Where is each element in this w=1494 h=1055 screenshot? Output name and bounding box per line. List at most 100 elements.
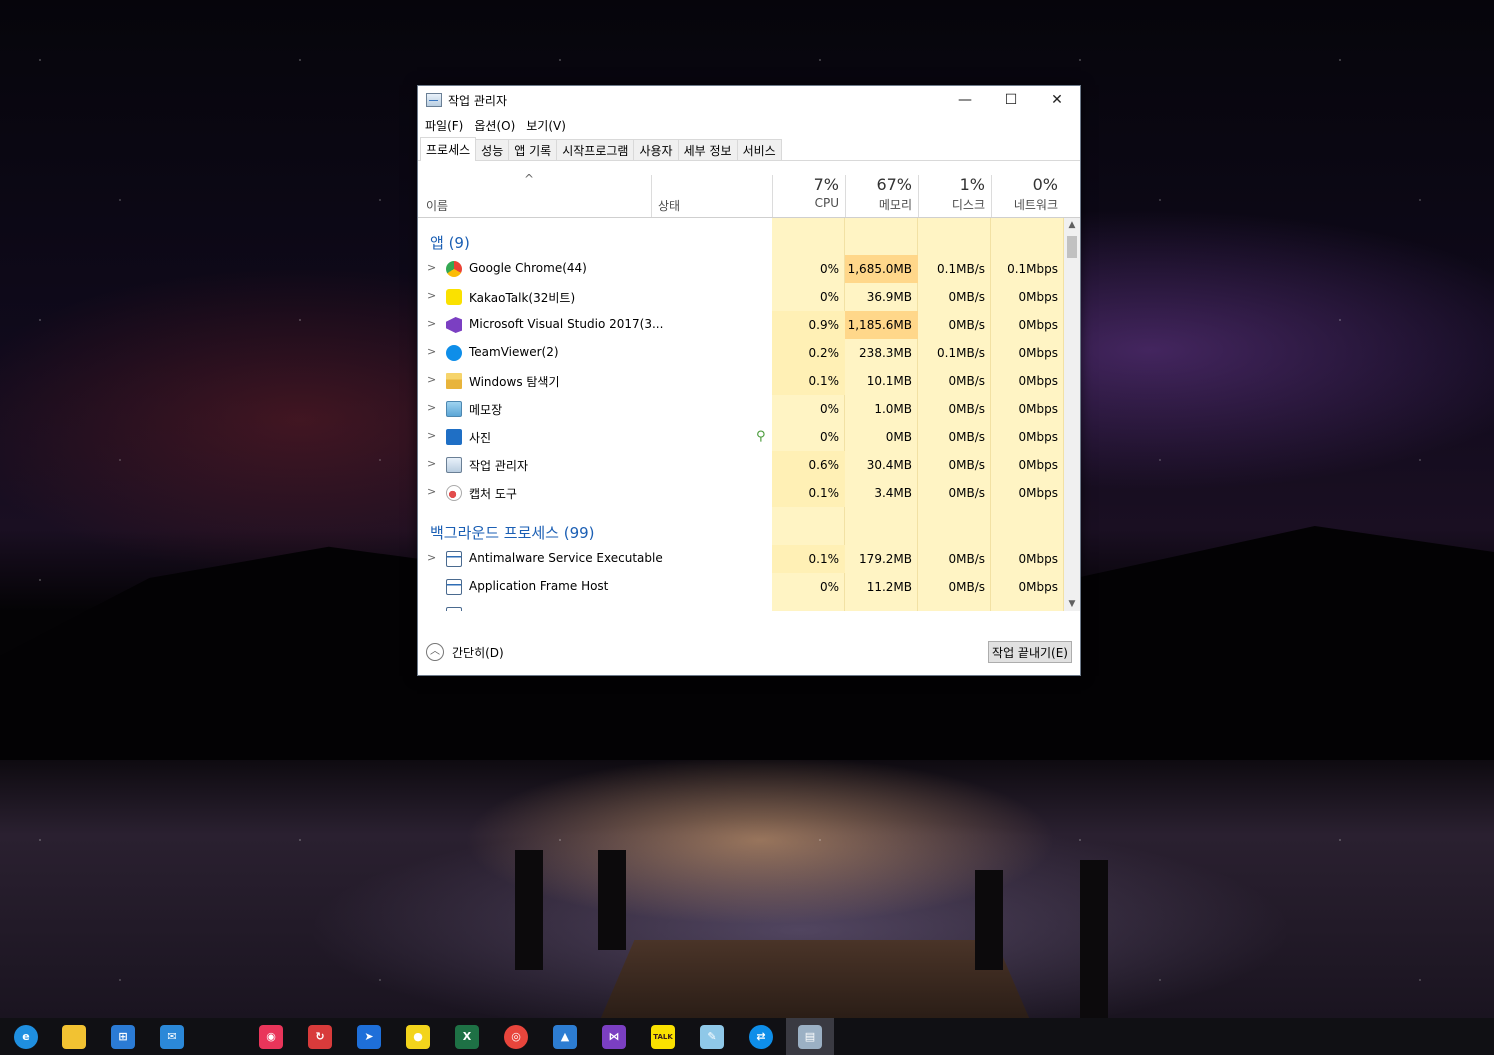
network-value: 0Mbps bbox=[1018, 430, 1058, 444]
fewer-details-link[interactable]: 간단히(D) bbox=[452, 644, 504, 661]
expand-chevron-icon[interactable]: > bbox=[427, 373, 436, 386]
process-row[interactable]: > KakaoTalk(32비트) 0% 36.9MB 0MB/s 0Mbps bbox=[418, 283, 1064, 311]
taskbar-button[interactable]: ✉ bbox=[148, 1018, 196, 1055]
scroll-up-icon[interactable]: ▲ bbox=[1064, 220, 1080, 230]
vertical-scroll-thumb[interactable] bbox=[1067, 236, 1077, 258]
service-icon bbox=[446, 551, 462, 567]
process-row[interactable]: > 사진 ⚲ 0% 0MB 0MB/s 0Mbps bbox=[418, 423, 1064, 451]
column-separator[interactable] bbox=[651, 175, 652, 217]
network-value: 0Mbps bbox=[1018, 458, 1058, 472]
memory-value: 179.2MB bbox=[859, 552, 912, 566]
vertical-scrollbar[interactable]: ▲ ▼ bbox=[1064, 218, 1080, 611]
expand-chevron-icon[interactable]: > bbox=[427, 485, 436, 498]
taskbar-button[interactable]: ↻ bbox=[296, 1018, 344, 1055]
expand-chevron-icon[interactable]: > bbox=[427, 401, 436, 414]
cpu-value: 0% bbox=[819, 402, 839, 416]
tab-details[interactable]: 세부 정보 bbox=[677, 139, 738, 160]
process-row[interactable]: > 캡처 도구 0.1% 3.4MB 0MB/s 0Mbps bbox=[418, 479, 1064, 507]
cpu-label: CPU bbox=[814, 196, 839, 210]
process-list: 앱 (9) 백그라운드 프로세스 (99) > Google Chrome(44)… bbox=[418, 218, 1064, 611]
taskbar-button[interactable]: ● bbox=[394, 1018, 442, 1055]
taskbar-button[interactable]: ➤ bbox=[345, 1018, 393, 1055]
process-row[interactable]: > Antimalware Service Executable 0.1% 179.2… bbox=[418, 545, 1064, 573]
process-name: Google Chrome(44) bbox=[469, 261, 587, 275]
taskbar-button[interactable]: ▲ bbox=[541, 1018, 589, 1055]
process-row[interactable]: > Google Chrome(44) 0% 1,685.0MB 0.1MB/s 0.1M… bbox=[418, 255, 1064, 283]
expand-chevron-icon[interactable]: > bbox=[427, 457, 436, 470]
collapse-icon[interactable]: ︿ bbox=[426, 643, 444, 661]
minimize-button[interactable]: — bbox=[942, 86, 988, 114]
end-task-button[interactable]: 작업 끝내기(E) bbox=[988, 641, 1072, 663]
process-row[interactable]: > 작업 관리자 0.6% 30.4MB 0MB/s 0Mbps bbox=[418, 451, 1064, 479]
close-button[interactable]: ✕ bbox=[1034, 86, 1080, 114]
wallpaper-pier-post bbox=[515, 850, 543, 970]
taskbar-button[interactable]: ⊞ bbox=[99, 1018, 147, 1055]
disk-value: 0.1MB/s bbox=[937, 346, 985, 360]
wallpaper-pier-post bbox=[598, 850, 626, 950]
column-memory[interactable]: 67% 메모리 bbox=[845, 175, 918, 213]
tab-processes[interactable]: 프로세스 bbox=[420, 137, 477, 161]
taskbar-button[interactable]: ◉ bbox=[247, 1018, 295, 1055]
column-disk[interactable]: 1% 디스크 bbox=[918, 175, 991, 213]
taskbar-button[interactable]: ✎ bbox=[688, 1018, 736, 1055]
tab-services[interactable]: 서비스 bbox=[736, 139, 782, 160]
tab-performance[interactable]: 성능 bbox=[475, 139, 510, 160]
process-row[interactable]: > TeamViewer(2) 0.2% 238.3MB 0.1MB/s 0Mbps bbox=[418, 339, 1064, 367]
process-name: Antimalware Service Executable bbox=[469, 551, 663, 565]
group-background-label: 백그라운드 프로세스 (99) bbox=[430, 524, 595, 542]
cpu-value: 0.1% bbox=[772, 545, 845, 573]
notepad-icon: ✎ bbox=[700, 1024, 724, 1049]
menu-options[interactable]: 옵션(O) bbox=[470, 117, 522, 134]
title-bar[interactable]: 작업 관리자 — ☐ ✕ bbox=[418, 86, 1080, 114]
network-label: 네트워크 bbox=[1013, 198, 1058, 212]
expand-chevron-icon[interactable]: > bbox=[427, 551, 436, 564]
photos-icon: ▲ bbox=[553, 1024, 577, 1049]
footer: ︿ 간단히(D) 작업 끝내기(E) bbox=[418, 629, 1080, 675]
taskbar-button[interactable]: ⋈ bbox=[590, 1018, 638, 1055]
expand-chevron-icon[interactable]: > bbox=[427, 429, 436, 442]
expand-chevron-icon[interactable]: > bbox=[427, 345, 436, 358]
wallpaper-pier-post bbox=[1080, 860, 1108, 1018]
tab-users[interactable]: 사용자 bbox=[633, 139, 679, 160]
task-manager-window: 작업 관리자 — ☐ ✕ 파일(F) 옵션(O) 보기(V) 프로세스 성능 앱… bbox=[417, 85, 1081, 676]
taskbar-button[interactable]: ⇄ bbox=[737, 1018, 785, 1055]
process-row[interactable]: Application Frame Host 0% 11.2MB 0MB/s 0Mbps bbox=[418, 573, 1064, 601]
expand-chevron-icon[interactable]: > bbox=[427, 289, 436, 302]
process-row[interactable]: > Microsoft Visual Studio 2017(3... 0.9% 1,… bbox=[418, 311, 1064, 339]
scroll-down-icon[interactable]: ▼ bbox=[1064, 599, 1080, 609]
process-name: Application Frame Host bbox=[469, 579, 609, 593]
taskbar-button[interactable]: ▤ bbox=[786, 1018, 834, 1055]
taskbar-button[interactable]: TALK bbox=[639, 1018, 687, 1055]
column-network[interactable]: 0% 네트워크 bbox=[991, 175, 1064, 213]
file-explorer-icon bbox=[62, 1024, 86, 1049]
expand-chevron-icon[interactable]: > bbox=[427, 261, 436, 274]
process-name: Windows 탐색기 bbox=[469, 375, 560, 389]
taskbar-button[interactable]: ◎ bbox=[492, 1018, 540, 1055]
tab-app-history[interactable]: 앱 기록 bbox=[508, 139, 558, 160]
disk-value: 0.1MB/s bbox=[937, 262, 985, 276]
disk-label: 디스크 bbox=[951, 198, 985, 212]
tab-startup[interactable]: 시작프로그램 bbox=[556, 139, 635, 160]
taskbar-button[interactable] bbox=[50, 1018, 98, 1055]
process-row-partial[interactable] bbox=[418, 601, 1064, 611]
menu-view[interactable]: 보기(V) bbox=[522, 117, 573, 134]
process-row[interactable]: > Windows 탐색기 0.1% 10.1MB 0MB/s 0Mbps bbox=[418, 367, 1064, 395]
memory-label: 메모리 bbox=[878, 198, 912, 212]
process-name: 사진 bbox=[469, 431, 492, 445]
disk-value: 0MB/s bbox=[948, 290, 985, 304]
group-apps[interactable]: 앱 (9) bbox=[418, 224, 1064, 256]
cpu-value: 0.2% bbox=[772, 339, 845, 367]
group-apps-label: 앱 (9) bbox=[430, 234, 470, 252]
memory-total: 67% bbox=[876, 175, 912, 194]
mail-icon: ✉ bbox=[160, 1024, 184, 1049]
expand-chevron-icon[interactable]: > bbox=[427, 317, 436, 330]
snipping-tool-icon bbox=[446, 485, 462, 501]
process-row[interactable]: > 메모장 0% 1.0MB 0MB/s 0Mbps bbox=[418, 395, 1064, 423]
column-cpu[interactable]: 7% CPU bbox=[772, 175, 845, 210]
taskbar-button[interactable]: X bbox=[443, 1018, 491, 1055]
group-background[interactable]: 백그라운드 프로세스 (99) bbox=[418, 514, 1064, 546]
menu-file[interactable]: 파일(F) bbox=[421, 117, 470, 134]
taskbar-button[interactable]: e bbox=[2, 1018, 50, 1055]
disk-value: 0MB/s bbox=[948, 458, 985, 472]
maximize-button[interactable]: ☐ bbox=[988, 86, 1034, 114]
